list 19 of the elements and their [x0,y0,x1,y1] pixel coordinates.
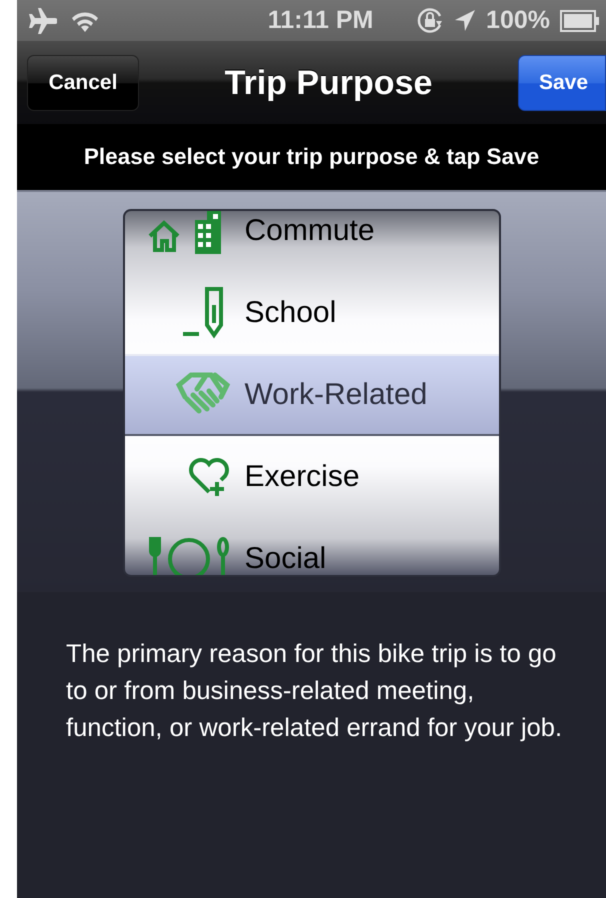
battery-percent: 100% [486,6,550,35]
rotation-lock-icon [416,6,444,34]
picker-option[interactable]: School [244,296,336,330]
heart-plus-icon [186,456,230,498]
picker-option[interactable]: Commute [244,214,375,248]
location-arrow-icon [454,8,476,32]
picker-option[interactable]: Social [244,542,326,575]
instruction-text: Please select your trip purpose & tap Save [84,144,540,170]
picker-option[interactable]: Exercise [244,460,360,494]
selected-picker-row[interactable]: Work-Related [124,354,498,436]
battery-icon [560,10,600,32]
picker-option[interactable]: Work-Related [244,378,428,412]
status-time: 11:11 PM [266,6,374,35]
picker-wheel[interactable]: Commute School Work-Related Exercise Social [122,209,500,577]
plate-cutlery-icon [146,535,230,575]
save-button[interactable]: Save [518,55,606,111]
screen-title: Trip Purpose [224,64,432,102]
purpose-description: The primary reason for this bike trip is to go to or from business-related meeting, function, or work-related errand for your job. [66,639,564,744]
cancel-button[interactable]: Cancel [27,55,139,111]
